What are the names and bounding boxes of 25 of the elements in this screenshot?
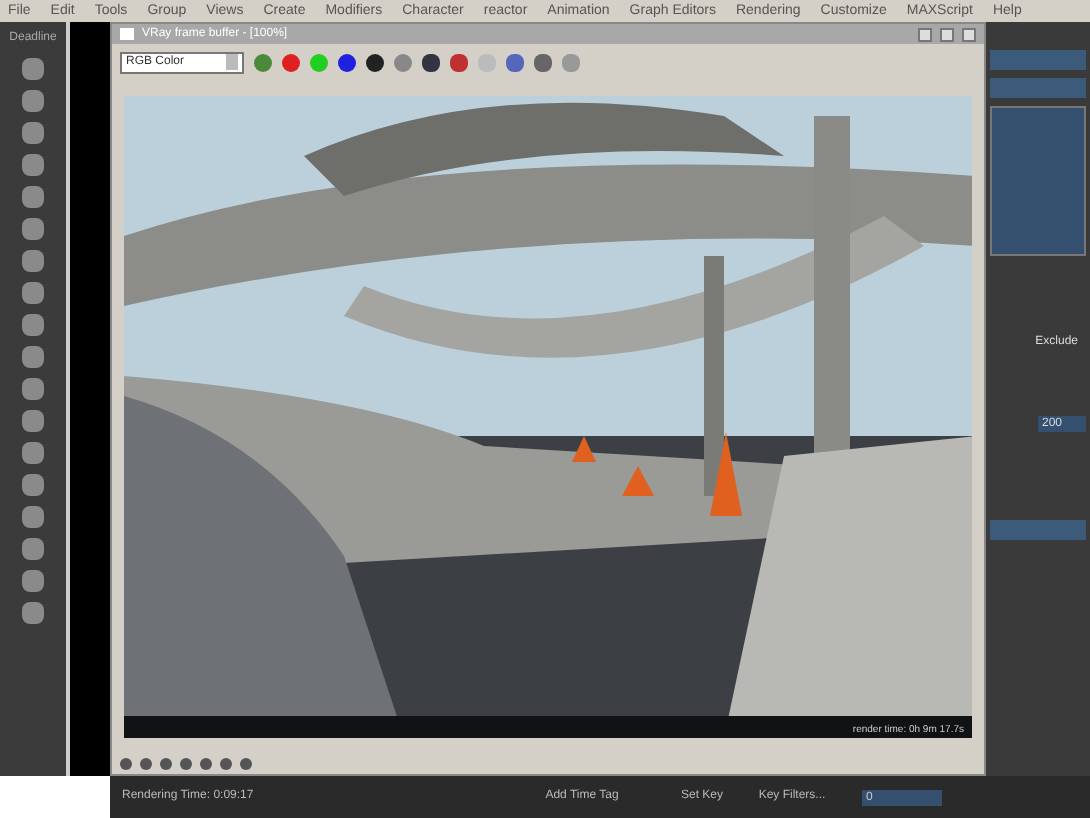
tool-icon[interactable] [22,410,44,432]
tool-icon[interactable] [22,122,44,144]
tool-icon[interactable] [22,378,44,400]
tool-icon[interactable] [22,474,44,496]
tool-icon[interactable] [22,442,44,464]
tool-icon[interactable] [22,602,44,624]
minimize-button[interactable] [918,27,932,41]
tool-icon[interactable] [22,570,44,592]
modifier-list[interactable] [990,106,1086,256]
tool-icon[interactable] [22,154,44,176]
tool-icon[interactable] [22,90,44,112]
maximize-button[interactable] [940,27,954,41]
name-field[interactable] [990,50,1086,70]
close-button[interactable] [962,27,976,41]
window-icon [120,28,134,40]
tool-icon[interactable] [22,506,44,528]
tool-icon[interactable] [22,282,44,304]
tool-icon[interactable] [22,250,44,272]
tool-icon[interactable] [22,314,44,336]
tool-icon[interactable] [22,218,44,240]
tool-icon[interactable] [22,346,44,368]
tool-icon[interactable] [22,58,44,80]
tool-icon[interactable] [22,538,44,560]
prompt-field[interactable] [0,776,110,818]
tool-icon[interactable] [22,186,44,208]
